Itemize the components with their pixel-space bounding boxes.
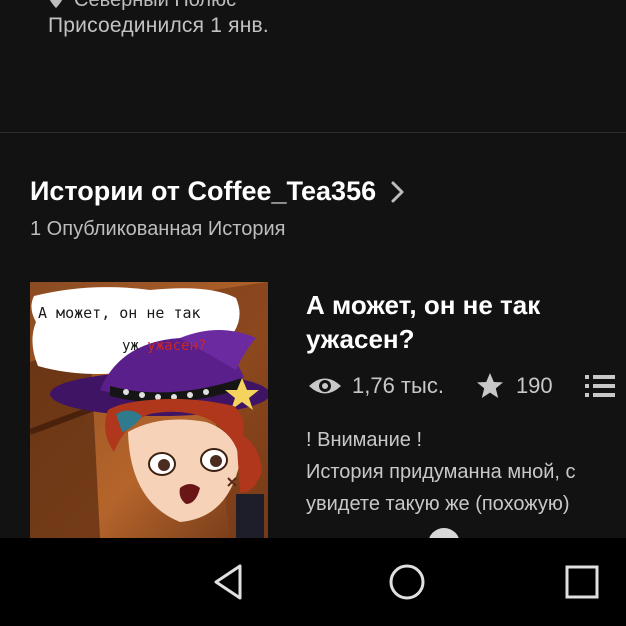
- location-text: Северный Полюс: [74, 0, 236, 12]
- square-recents-icon[interactable]: [562, 562, 602, 602]
- triangle-back-icon[interactable]: [210, 562, 250, 602]
- section-subtitle: 1 Опубликованная История: [30, 218, 286, 240]
- reads-stat: 1,76 тыс.: [308, 373, 444, 399]
- story-stats: 1,76 тыс. 190: [308, 372, 615, 400]
- location-row: Северный Полюс: [48, 0, 236, 14]
- story-title[interactable]: А может, он не так ужасен?: [306, 288, 626, 356]
- section-divider: [0, 132, 626, 133]
- list-icon: [584, 373, 615, 399]
- story-description: ! Внимание ! История придуманна мной, с …: [306, 424, 626, 520]
- eye-icon: [308, 375, 342, 397]
- system-navigation-bar: [0, 538, 626, 626]
- profile-info: Северный Полюс Присоединился 1 янв.: [0, 0, 626, 132]
- story-cover[interactable]: А может, он не так уж ужасен?: [30, 282, 268, 538]
- joined-date: Присоединился 1 янв.: [48, 14, 269, 37]
- cover-speech-line-2: уж ужасен?: [122, 338, 206, 354]
- cover-speech-highlight: ужасен?: [147, 338, 207, 354]
- description-line: ! Внимание !: [306, 429, 422, 451]
- stories-section-header[interactable]: Истории от Coffee_Tea356: [30, 176, 406, 207]
- section-title: Истории от Coffee_Tea356: [30, 176, 377, 206]
- location-pin-icon: [48, 0, 64, 14]
- cover-speech-word: уж: [122, 338, 139, 354]
- cover-speech-line-1: А может, он не так: [38, 304, 201, 322]
- votes-count: 190: [515, 373, 553, 398]
- votes-stat: 190: [476, 372, 553, 400]
- star-icon: [476, 372, 504, 400]
- reads-count: 1,76 тыс.: [352, 373, 444, 398]
- chevron-right-icon: [390, 178, 406, 206]
- circle-home-icon[interactable]: [387, 562, 427, 602]
- description-line: История придуманна мной, с: [306, 461, 576, 483]
- description-line: увидете такую же (похожую): [306, 493, 570, 515]
